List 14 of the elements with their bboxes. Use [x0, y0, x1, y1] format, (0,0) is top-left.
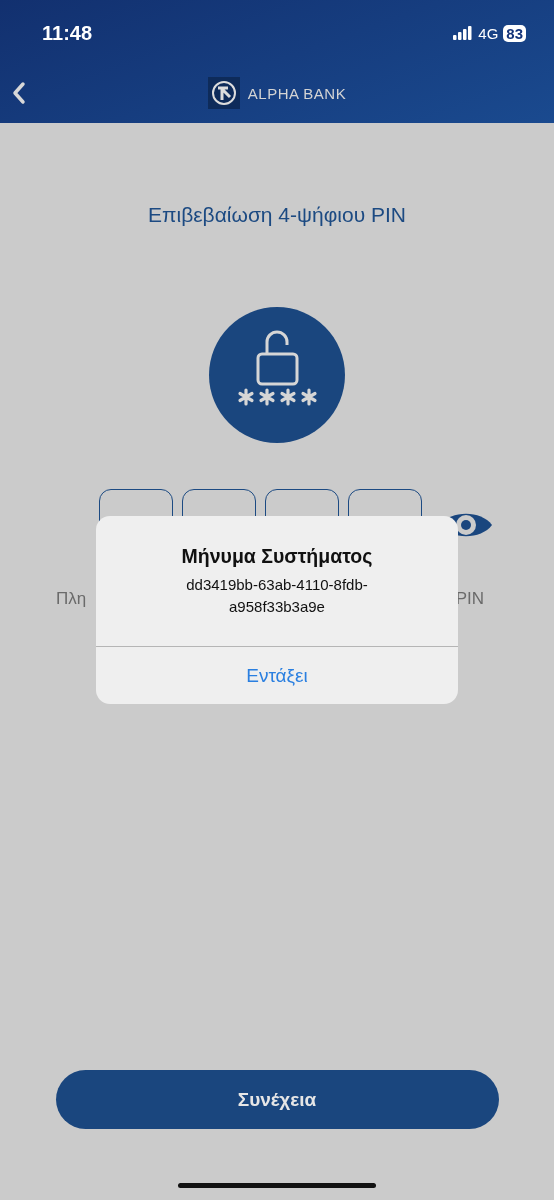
signal-icon — [453, 26, 474, 40]
ok-button[interactable]: Εντάξει — [96, 646, 458, 704]
lock-pin-icon — [209, 307, 345, 443]
status-time: 11:48 — [42, 21, 93, 45]
battery-level: 83 — [503, 24, 526, 42]
continue-button[interactable]: Συνέχεια — [55, 1070, 499, 1129]
dialog-message: dd3419bb-63ab-4110-8fdb-a958f33b3a9e — [185, 575, 369, 617]
network-label: 4G — [478, 24, 499, 42]
back-icon[interactable] — [12, 81, 26, 105]
dialog-title: Μήνυμα Συστήματος — [180, 545, 374, 568]
hint-text: Πλη — [56, 589, 87, 609]
brand-name: ALPHA BANK — [247, 84, 347, 102]
screen-title: Επιβεβαίωση 4-ψήφιου PIN — [148, 203, 406, 227]
logo-icon — [207, 77, 240, 109]
